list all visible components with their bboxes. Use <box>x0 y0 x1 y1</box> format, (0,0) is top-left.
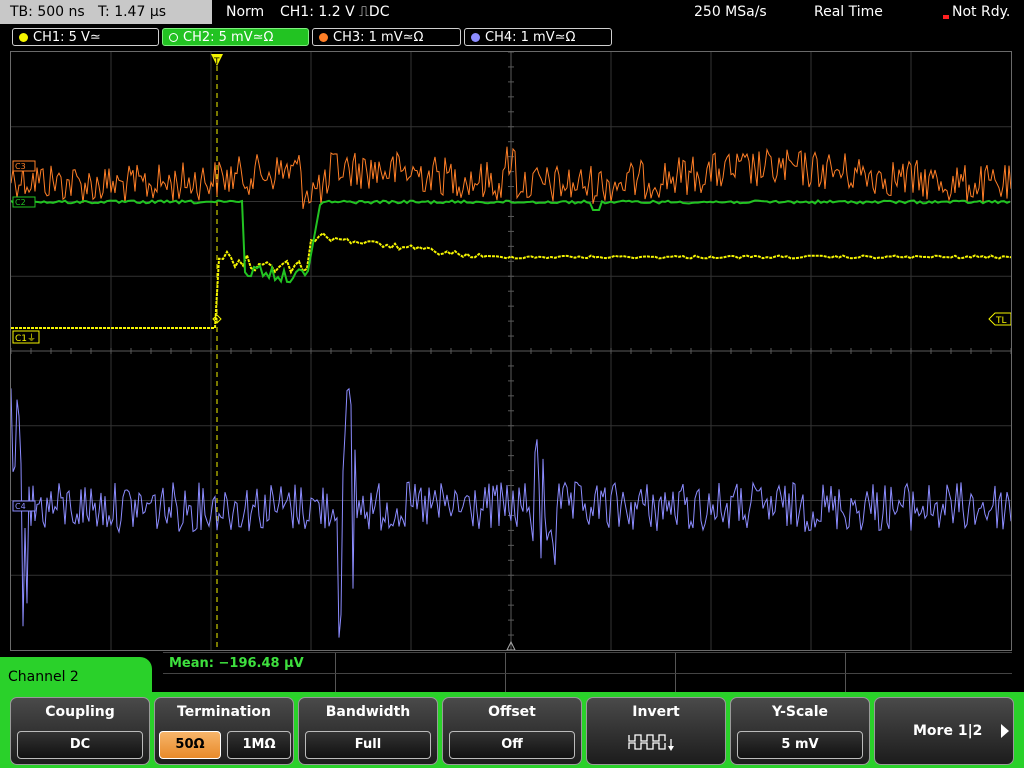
trigger-level-marker[interactable]: TL <box>988 312 1011 326</box>
acquisition-mode: Real Time <box>814 4 883 20</box>
coupling-value[interactable]: DC <box>17 731 143 759</box>
ch2-ground-text: C2 <box>15 198 26 207</box>
menu-title: Channel 2 <box>8 669 79 685</box>
termination-50ohm-option[interactable]: 50Ω <box>159 731 221 759</box>
termination-title: Termination <box>177 704 271 720</box>
timebase-readout[interactable]: TB: 500 ns T: 1.47 µs <box>0 0 212 24</box>
yscale-title: Y-Scale <box>771 704 828 720</box>
ch3-label: CH3: 1 mV≃Ω <box>333 30 424 45</box>
tab-ch3[interactable]: CH3: 1 mV≃Ω <box>312 28 461 46</box>
divider <box>163 673 1012 674</box>
tab-ch4[interactable]: CH4: 1 mV≃Ω <box>464 28 612 46</box>
measurement-panel: Mean: −196.48 µV <box>163 652 1012 693</box>
ch4-ground-marker[interactable]: C4 <box>12 500 36 512</box>
graticule <box>11 52 1011 650</box>
bandwidth-value[interactable]: Full <box>305 731 431 759</box>
trigger-mode[interactable]: Norm <box>226 0 264 24</box>
yscale-value[interactable]: 5 mV <box>737 731 863 759</box>
ch1-label: CH1: 5 V≃ <box>33 30 101 45</box>
status-indicator-icon <box>943 15 949 19</box>
tab-ch2[interactable]: CH2: 5 mV≃Ω <box>162 28 309 46</box>
trigger-level-text: TL <box>995 316 1007 326</box>
waveform-canvas: T C1⏚ C3 C2 C4 TL <box>11 52 1011 650</box>
ch4-color-icon <box>471 33 480 42</box>
trigger-info[interactable]: CH1: 1.2 V ⎍DC <box>280 0 389 24</box>
termination-1mohm-option[interactable]: 1MΩ <box>227 731 291 759</box>
termination-softkey[interactable]: Termination 50Ω 1MΩ <box>154 697 294 765</box>
ch1-ground-marker[interactable]: C1⏚ <box>12 330 40 344</box>
ch2-ground-marker[interactable]: C2 <box>12 196 36 208</box>
more-softkey[interactable]: More 1|2 <box>874 697 1014 765</box>
chevron-right-icon <box>1001 724 1009 738</box>
invert-title: Invert <box>632 704 680 720</box>
yscale-softkey[interactable]: Y-Scale 5 mV <box>730 697 870 765</box>
ch2-color-icon <box>169 33 178 42</box>
ch2-label: CH2: 5 mV≃Ω <box>183 30 274 45</box>
ch3-ground-marker[interactable]: C3 <box>12 160 36 172</box>
ch1-ground-text: C1⏚ <box>15 333 36 344</box>
sample-rate: 250 MSa/s <box>694 4 767 20</box>
bandwidth-softkey[interactable]: Bandwidth Full <box>298 697 438 765</box>
ch3-ground-text: C3 <box>15 162 26 171</box>
offset-value[interactable]: Off <box>449 731 575 759</box>
acquisition-status: Not Rdy. <box>952 4 1011 20</box>
ch1-color-icon <box>19 33 28 42</box>
coupling-softkey[interactable]: Coupling DC <box>10 697 150 765</box>
bandwidth-title: Bandwidth <box>325 704 411 720</box>
invert-waveform-icon <box>628 734 674 751</box>
ch4-label: CH4: 1 mV≃Ω <box>485 30 576 45</box>
invert-softkey[interactable]: Invert <box>586 697 726 765</box>
ch3-color-icon <box>319 33 328 42</box>
offset-softkey[interactable]: Offset Off <box>442 697 582 765</box>
offset-title: Offset <box>488 704 536 720</box>
ch4-ground-text: C4 <box>15 502 26 511</box>
tab-ch1[interactable]: CH1: 5 V≃ <box>12 28 159 46</box>
trigger-position-text: T <box>213 57 220 67</box>
status-bar: TB: 500 ns T: 1.47 µs Norm CH1: 1.2 V ⎍D… <box>0 0 1024 25</box>
waveform-display[interactable]: T C1⏚ C3 C2 C4 TL <box>10 51 1012 651</box>
coupling-title: Coupling <box>45 704 115 720</box>
mean-measurement: Mean: −196.48 µV <box>169 656 304 671</box>
trigger-position-marker[interactable]: T <box>211 54 223 67</box>
more-label: More 1|2 <box>913 723 983 739</box>
